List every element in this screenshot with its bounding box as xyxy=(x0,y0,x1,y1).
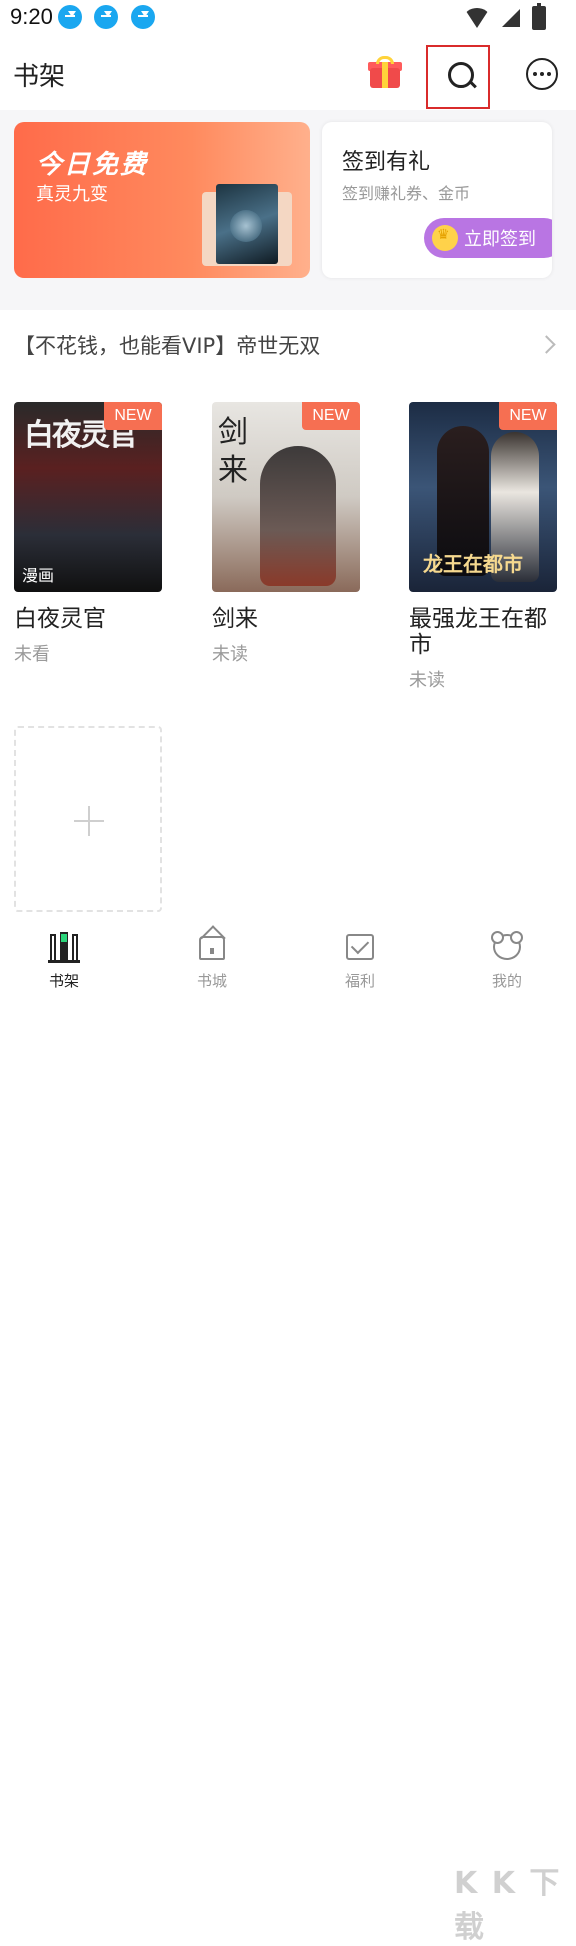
book-item[interactable]: 白夜灵官 NEW 漫画 白夜灵官 未看 xyxy=(14,402,164,666)
free-today-card[interactable]: 今日免费 真灵九变 xyxy=(14,122,310,278)
cover-title-art: 龙王在都市 xyxy=(423,552,523,576)
checkin-card[interactable]: 签到有礼 签到赚礼券、金币 立即签到 xyxy=(322,122,552,278)
chevron-right-icon xyxy=(537,335,556,354)
download-icon xyxy=(58,5,82,29)
status-bar: 9:20 xyxy=(0,0,576,34)
book-title: 白夜灵官 xyxy=(14,606,106,632)
download-icon xyxy=(131,5,155,29)
shelf-book xyxy=(60,932,68,962)
tab-bookshelf[interactable]: 书架 xyxy=(24,930,104,991)
store-glyph xyxy=(199,936,225,960)
book-cover[interactable]: 剑来 NEW xyxy=(212,402,360,592)
promo-text: 【不花钱，也能看VIP】帝世无双 xyxy=(14,334,321,358)
page-title: 书架 xyxy=(13,62,66,92)
system-icons xyxy=(464,3,546,30)
tab-label: 书城 xyxy=(196,972,227,990)
wifi-icon xyxy=(464,8,490,28)
checkin-subtitle: 签到赚礼券、金币 xyxy=(342,184,471,203)
bottom-tab-bar: 书架 书城 福利 我的 K K 下载 xyxy=(0,920,576,1945)
tab-profile[interactable]: 我的 xyxy=(467,930,547,991)
manga-tag: 漫画 xyxy=(22,566,55,585)
book-item[interactable]: 剑来 NEW 剑来 未读 xyxy=(212,402,362,666)
cover-figure xyxy=(260,446,336,586)
tab-welfare[interactable]: 福利 xyxy=(320,930,400,991)
shelf-base xyxy=(48,960,80,963)
search-button[interactable] xyxy=(426,45,490,109)
more-options-button[interactable] xyxy=(526,58,558,90)
promo-link[interactable]: 【不花钱，也能看VIP】帝世无双 xyxy=(0,316,576,372)
banner-area: 今日免费 真灵九变 签到有礼 签到赚礼券、金币 立即签到 xyxy=(0,110,576,310)
cover-art: 剑来 xyxy=(212,402,360,592)
plus-icon xyxy=(74,806,104,836)
shelf-book xyxy=(72,934,78,962)
gift-ribbon xyxy=(382,62,388,88)
book-status: 未读 xyxy=(409,670,445,691)
cover-art: 龙王在都市 xyxy=(409,402,557,592)
book-cover[interactable]: 白夜灵官 NEW 漫画 xyxy=(14,402,162,592)
bookshelf-icon xyxy=(48,930,80,963)
tab-label: 我的 xyxy=(491,972,522,990)
book-status: 未看 xyxy=(14,644,50,665)
store-icon xyxy=(196,930,228,962)
welfare-icon xyxy=(344,930,376,962)
signal-icon xyxy=(502,9,520,27)
free-today-book: 真灵九变 xyxy=(36,184,108,205)
book-title: 剑来 xyxy=(212,606,258,632)
more-dot xyxy=(547,72,551,76)
more-dot xyxy=(540,72,544,76)
new-badge: NEW xyxy=(104,402,162,430)
crown-coin-icon xyxy=(432,225,458,251)
shelf-book xyxy=(50,934,56,962)
download-icon xyxy=(94,5,118,29)
checkin-title: 签到有礼 xyxy=(342,150,431,175)
profile-icon xyxy=(491,930,523,962)
welfare-glyph xyxy=(346,934,374,960)
book-item[interactable]: 龙王在都市 NEW 最强龙王在都市 未读 xyxy=(409,402,559,692)
free-book-cover xyxy=(216,184,278,264)
watermark: K K 下载 xyxy=(454,1866,562,1945)
book-title: 最强龙王在都市 xyxy=(409,606,547,658)
tab-store[interactable]: 书城 xyxy=(172,930,252,991)
cover-title-art: 剑来 xyxy=(218,415,248,488)
checkin-button-label: 立即签到 xyxy=(464,229,536,250)
gift-icon[interactable] xyxy=(368,56,402,88)
new-badge: NEW xyxy=(302,402,360,430)
tab-label: 书架 xyxy=(48,972,79,990)
search-icon xyxy=(448,62,474,88)
gift-bow xyxy=(376,56,394,64)
new-badge: NEW xyxy=(499,402,557,430)
checkin-button[interactable]: 立即签到 xyxy=(424,218,552,258)
more-dot xyxy=(533,72,537,76)
free-today-title: 今日免费 xyxy=(36,150,149,180)
profile-glyph xyxy=(491,931,523,960)
app-header: 书架 xyxy=(0,40,576,110)
book-cover[interactable]: 龙王在都市 NEW xyxy=(409,402,557,592)
add-book-button[interactable] xyxy=(14,726,162,912)
status-time: 9:20 xyxy=(10,4,53,29)
battery-icon xyxy=(532,3,546,30)
book-status: 未读 xyxy=(212,644,248,665)
tab-label: 福利 xyxy=(344,972,375,990)
